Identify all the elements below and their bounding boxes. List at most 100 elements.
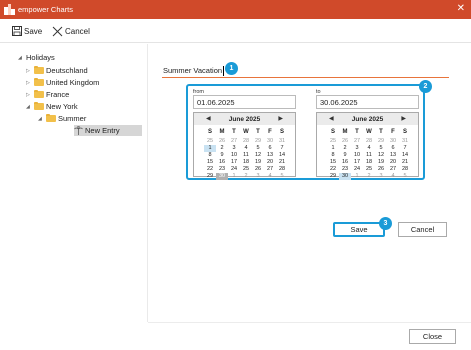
- calendar-day[interactable]: 10: [351, 152, 363, 159]
- calendar-day[interactable]: 31: [276, 138, 288, 145]
- calendar-day[interactable]: 25: [327, 138, 339, 145]
- tree-item-holidays[interactable]: ◢ Holidays: [18, 52, 55, 63]
- tree-item-new-york[interactable]: ◢ New York: [26, 101, 78, 112]
- calendar-day[interactable]: 13: [387, 152, 399, 159]
- expanded-arrow-icon[interactable]: ◢: [26, 104, 34, 110]
- collapsed-arrow-icon[interactable]: ▷: [26, 92, 34, 98]
- tree-item-deutschland[interactable]: ▷ Deutschland: [26, 65, 88, 76]
- calendar-day[interactable]: 31: [399, 138, 411, 145]
- calendar-day-selected[interactable]: 1: [204, 145, 216, 152]
- calendar-day[interactable]: 4: [387, 173, 399, 180]
- calendar-day[interactable]: 26: [216, 138, 228, 145]
- calendar-day[interactable]: 1: [351, 173, 363, 180]
- to-date-input[interactable]: 30.06.2025: [316, 95, 419, 109]
- calendar-day[interactable]: 26: [375, 166, 387, 173]
- calendar-day-selected[interactable]: 30: [339, 173, 351, 180]
- next-month-icon[interactable]: ▶: [401, 115, 406, 122]
- calendar-day[interactable]: 10: [228, 152, 240, 159]
- calendar-day[interactable]: 16: [339, 159, 351, 166]
- calendar-day[interactable]: 21: [276, 159, 288, 166]
- calendar-day[interactable]: 27: [351, 138, 363, 145]
- calendar-day[interactable]: 3: [252, 173, 264, 180]
- calendar-day[interactable]: 18: [363, 159, 375, 166]
- tree-item-summer[interactable]: ◢ Summer: [38, 113, 86, 124]
- calendar-day[interactable]: 2: [240, 173, 252, 180]
- calendar-day[interactable]: 8: [204, 152, 216, 159]
- calendar-day[interactable]: 7: [399, 145, 411, 152]
- calendar-day[interactable]: 27: [387, 166, 399, 173]
- window-close-icon[interactable]: ✕: [457, 3, 465, 14]
- calendar-day[interactable]: 19: [375, 159, 387, 166]
- calendar-day[interactable]: 2: [339, 145, 351, 152]
- calendar-day[interactable]: 25: [240, 166, 252, 173]
- cancel-button[interactable]: Cancel: [398, 222, 447, 237]
- calendar-day[interactable]: 30: [264, 138, 276, 145]
- calendar-day[interactable]: 30: [387, 138, 399, 145]
- collapsed-arrow-icon[interactable]: ▷: [26, 80, 34, 86]
- calendar-day[interactable]: 28: [240, 138, 252, 145]
- calendar-day[interactable]: 22: [327, 166, 339, 173]
- calendar-day[interactable]: 1: [327, 145, 339, 152]
- calendar-day[interactable]: 4: [240, 145, 252, 152]
- calendar-day[interactable]: 2: [216, 145, 228, 152]
- calendar-day[interactable]: 15: [327, 159, 339, 166]
- calendar-day[interactable]: 15: [204, 159, 216, 166]
- calendar-day[interactable]: 9: [216, 152, 228, 159]
- calendar-day[interactable]: 29: [252, 138, 264, 145]
- calendar-day[interactable]: 20: [264, 159, 276, 166]
- tree-item-united-kingdom[interactable]: ▷ United Kingdom: [26, 77, 99, 88]
- calendar-day[interactable]: 23: [216, 166, 228, 173]
- calendar-day[interactable]: 28: [276, 166, 288, 173]
- calendar-day[interactable]: 29: [327, 173, 339, 180]
- calendar-day[interactable]: 8: [327, 152, 339, 159]
- save-button[interactable]: Save: [333, 222, 385, 237]
- calendar-day[interactable]: 5: [252, 145, 264, 152]
- calendar-day[interactable]: 2: [363, 173, 375, 180]
- calendar-day[interactable]: 18: [240, 159, 252, 166]
- calendar-day[interactable]: 21: [399, 159, 411, 166]
- calendar-day[interactable]: 26: [339, 138, 351, 145]
- calendar-day[interactable]: 29: [375, 138, 387, 145]
- calendar-day[interactable]: 5: [276, 173, 288, 180]
- calendar-day[interactable]: 28: [363, 138, 375, 145]
- calendar-day[interactable]: 4: [264, 173, 276, 180]
- calendar-day[interactable]: 6: [387, 145, 399, 152]
- calendar-day[interactable]: 13: [264, 152, 276, 159]
- calendar-day[interactable]: 9: [339, 152, 351, 159]
- calendar-day[interactable]: 5: [399, 173, 411, 180]
- calendar-day[interactable]: 16: [216, 159, 228, 166]
- calendar-day[interactable]: 14: [399, 152, 411, 159]
- calendar-day[interactable]: 27: [264, 166, 276, 173]
- calendar-day[interactable]: 24: [351, 166, 363, 173]
- calendar-day[interactable]: 6: [264, 145, 276, 152]
- next-month-icon[interactable]: ▶: [278, 115, 283, 122]
- calendar-day[interactable]: 7: [276, 145, 288, 152]
- calendar-day[interactable]: 26: [252, 166, 264, 173]
- calendar-day[interactable]: 11: [363, 152, 375, 159]
- calendar-day[interactable]: 12: [375, 152, 387, 159]
- calendar-day-today[interactable]: 30: [216, 173, 228, 180]
- calendar-day[interactable]: 3: [351, 145, 363, 152]
- calendar-day[interactable]: 1: [228, 173, 240, 180]
- calendar-day[interactable]: 25: [363, 166, 375, 173]
- calendar-day[interactable]: 20: [387, 159, 399, 166]
- calendar-day[interactable]: 19: [252, 159, 264, 166]
- collapsed-arrow-icon[interactable]: ▷: [26, 68, 34, 74]
- calendar-day[interactable]: 17: [228, 159, 240, 166]
- tree-item-new-entry[interactable]: New Entry: [74, 125, 142, 136]
- calendar-day[interactable]: 24: [228, 166, 240, 173]
- entry-name-input[interactable]: Summer Vacation: [162, 64, 449, 78]
- calendar-day[interactable]: 27: [228, 138, 240, 145]
- calendar-day[interactable]: 4: [363, 145, 375, 152]
- calendar-day[interactable]: 25: [204, 138, 216, 145]
- from-date-input[interactable]: 01.06.2025: [193, 95, 296, 109]
- calendar-day[interactable]: 28: [399, 166, 411, 173]
- close-button[interactable]: Close: [409, 329, 456, 344]
- calendar-day[interactable]: 29: [204, 173, 216, 180]
- calendar-day[interactable]: 17: [351, 159, 363, 166]
- toolbar-save-button[interactable]: Save: [12, 25, 42, 37]
- calendar-day[interactable]: 22: [204, 166, 216, 173]
- tree-item-france[interactable]: ▷ France: [26, 89, 69, 100]
- calendar-day[interactable]: 5: [375, 145, 387, 152]
- expanded-arrow-icon[interactable]: ◢: [18, 55, 26, 61]
